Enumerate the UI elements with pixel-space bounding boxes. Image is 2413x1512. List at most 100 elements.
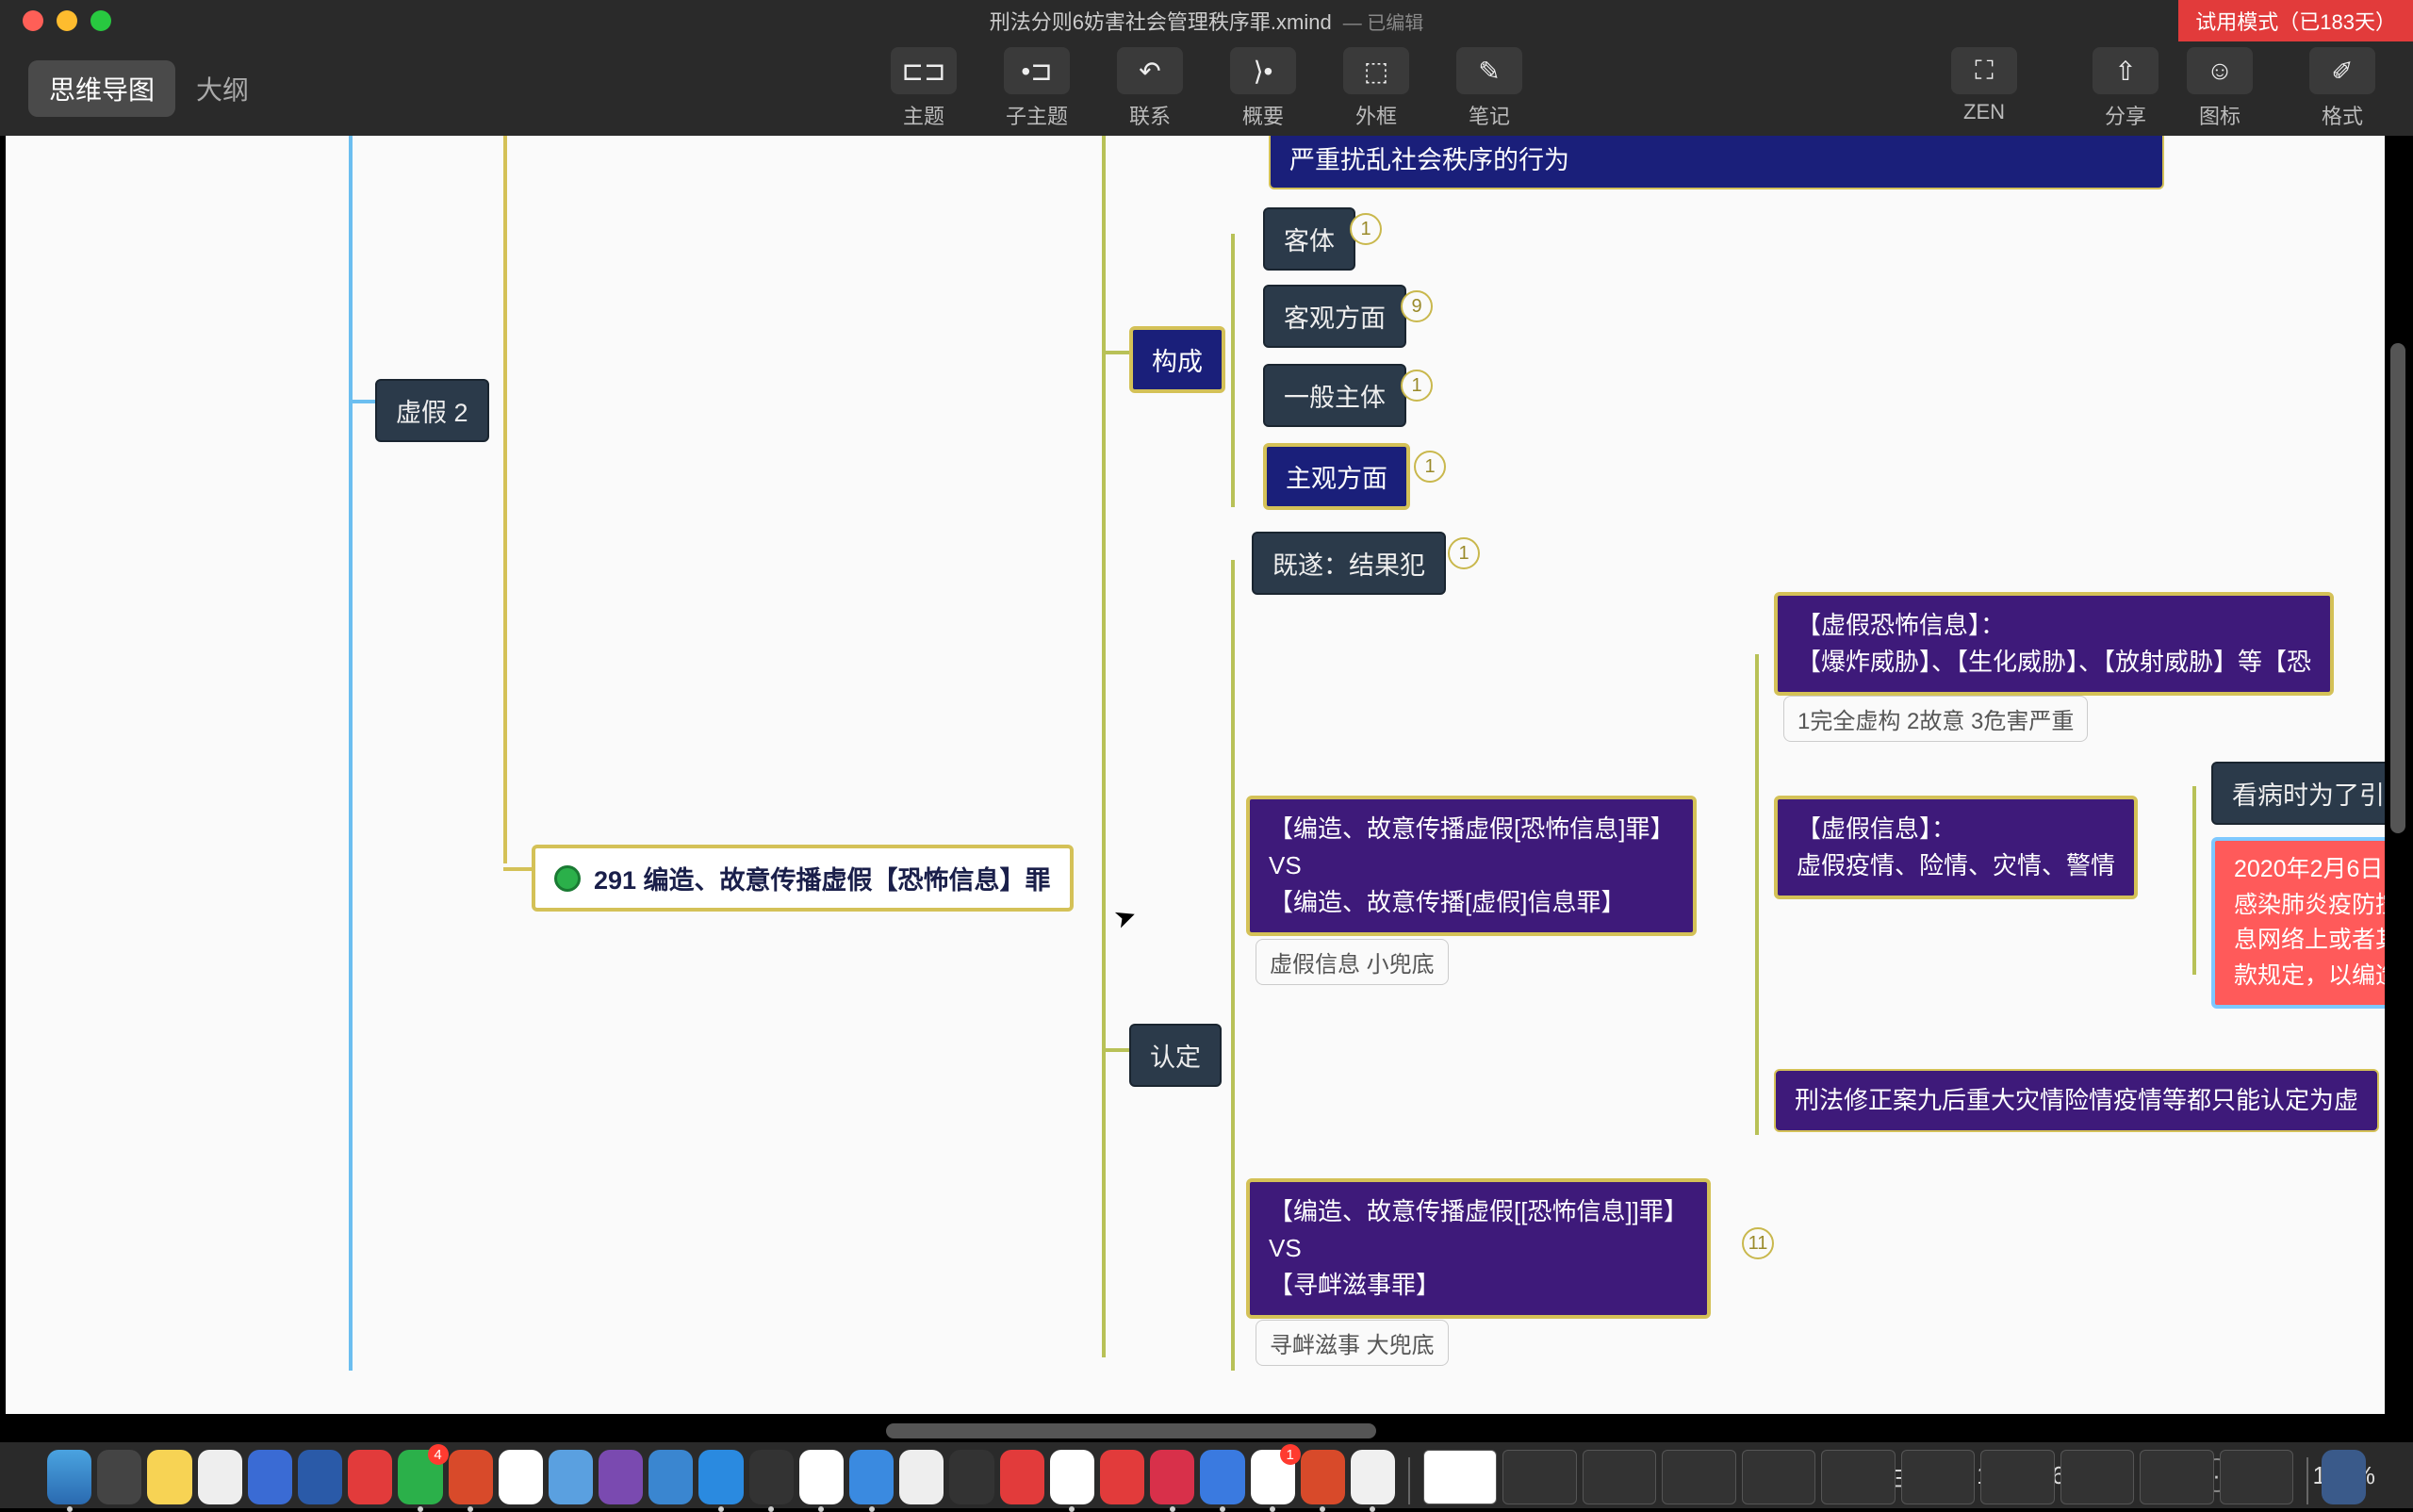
node-vs1[interactable]: 【编造、故意传播虚假[恐怖信息]罪】 VS 【编造、故意传播[虚假]信息罪】 xyxy=(1246,796,1697,936)
connector xyxy=(1102,351,1130,354)
dock-minimized[interactable] xyxy=(1821,1450,1895,1504)
node-291-main[interactable]: 291 编造、故意传播虚假【恐怖信息】罪 xyxy=(532,845,1074,912)
zen-button[interactable]: ⛶ZEN xyxy=(1942,47,2027,130)
dock-notion[interactable] xyxy=(799,1450,844,1504)
dock-finder[interactable] xyxy=(47,1450,91,1504)
dock-app[interactable] xyxy=(348,1450,392,1504)
trial-mode-badge[interactable]: 试用模式（已183天） xyxy=(2178,0,2413,41)
child-count[interactable]: 1 xyxy=(1401,370,1433,402)
dock-app[interactable]: 1 xyxy=(1251,1450,1295,1504)
boundary-icon: ⬚ xyxy=(1343,47,1409,94)
subtopic-button[interactable]: •⊐子主题 xyxy=(994,47,1079,130)
dock-app[interactable] xyxy=(499,1450,543,1504)
dock: 4 1 xyxy=(47,1442,2366,1508)
dock-app[interactable] xyxy=(599,1450,643,1504)
connector xyxy=(1755,654,1759,1135)
dock-wechat[interactable]: 4 xyxy=(398,1450,442,1504)
node-kongbu-info[interactable]: 【虚假恐怖信息】： 【爆炸威胁】、【生化威胁】、【放射威胁】等【恐 xyxy=(1774,592,2334,696)
mindmap-canvas[interactable]: 严重扰乱社会秩序的行为 虚假 2 构成 客体 1 客观方面 9 一般主体 1 主… xyxy=(6,136,2385,1414)
node-keti[interactable]: 客体 xyxy=(1263,207,1355,271)
dock-minimized[interactable] xyxy=(1901,1450,1975,1504)
node-xujia-info[interactable]: 【虚假信息】： 虚假疫情、险情、灾情、警情 xyxy=(1774,796,2138,899)
toolbar-center: ⊏⊐主题 •⊐子主题 ↶联系 ⟩•概要 ⬚外框 ✎笔记 xyxy=(881,47,1532,130)
close-icon[interactable] xyxy=(23,10,43,31)
dock-app[interactable] xyxy=(1050,1450,1094,1504)
dock-minimized[interactable] xyxy=(1583,1450,1656,1504)
dock-app[interactable] xyxy=(1351,1450,1395,1504)
topic-button[interactable]: ⊏⊐主题 xyxy=(881,47,966,130)
node-xingfa9[interactable]: 刑法修正案九后重大灾情险情疫情等都只能认定为虚 xyxy=(1774,1069,2379,1132)
node-zhuguan[interactable]: 主观方面 xyxy=(1263,443,1410,510)
node-rending[interactable]: 认定 xyxy=(1129,1024,1222,1087)
node-kanbing[interactable]: 看病时为了引起 xyxy=(2211,762,2385,825)
dock-minimized[interactable] xyxy=(1980,1450,2054,1504)
toolbar-right: ⛶ZEN ⇧分享 xyxy=(1942,47,2168,130)
horizontal-scrollbar[interactable] xyxy=(886,1423,1376,1438)
note-button[interactable]: ✎笔记 xyxy=(1447,47,1532,130)
dock-app[interactable] xyxy=(648,1450,693,1504)
dock-app[interactable] xyxy=(849,1450,894,1504)
fullscreen-icon[interactable] xyxy=(90,10,111,31)
dock-terminal[interactable] xyxy=(749,1450,794,1504)
share-button[interactable]: ⇧分享 xyxy=(2083,47,2168,130)
dock-minimized[interactable] xyxy=(2060,1450,2134,1504)
connector xyxy=(349,136,353,1371)
dock-minimized[interactable] xyxy=(2140,1450,2213,1504)
summary-button[interactable]: ⟩•概要 xyxy=(1221,47,1305,130)
tab-outline[interactable]: 大纲 xyxy=(175,60,270,117)
node-jisui[interactable]: 既遂：结果犯 xyxy=(1252,532,1446,595)
node-xujia2[interactable]: 虚假 2 xyxy=(375,379,489,442)
iconset-button[interactable]: ☺图标 xyxy=(2177,47,2262,130)
dock-trash[interactable] xyxy=(2322,1450,2366,1504)
badge: 4 xyxy=(428,1444,449,1465)
child-count[interactable]: 1 xyxy=(1350,213,1382,245)
dock-notes[interactable] xyxy=(147,1450,191,1504)
node-gouzheng[interactable]: 构成 xyxy=(1129,326,1225,393)
node-keguan[interactable]: 客观方面 xyxy=(1263,285,1406,348)
dock-app[interactable] xyxy=(449,1450,493,1504)
dock-app[interactable] xyxy=(899,1450,944,1504)
connector xyxy=(1231,560,1235,1371)
node-top-banner[interactable]: 严重扰乱社会秩序的行为 xyxy=(1269,136,2164,189)
tag-xujia[interactable]: 虚假信息 小兜底 xyxy=(1256,939,1449,985)
tag-xunxin[interactable]: 寻衅滋事 大兜底 xyxy=(1256,1320,1449,1366)
connector xyxy=(1231,234,1235,507)
dock-app[interactable] xyxy=(1000,1450,1044,1504)
relation-button[interactable]: ↶联系 xyxy=(1108,47,1192,130)
dock-app[interactable] xyxy=(698,1450,743,1504)
dock-minimized[interactable] xyxy=(1502,1450,1576,1504)
dock-app[interactable] xyxy=(1100,1450,1144,1504)
node-vs2[interactable]: 【编造、故意传播虚假[[恐怖信息]]罪】 VS 【寻衅滋事罪】 xyxy=(1246,1178,1711,1319)
dock-app[interactable] xyxy=(248,1450,292,1504)
node-redbox[interactable]: 2020年2月6日 感染肺炎疫防控 息网络上或者其 款规定，以编造 xyxy=(2211,837,2385,1009)
dock-app[interactable] xyxy=(298,1450,342,1504)
tab-mindmap[interactable]: 思维导图 xyxy=(28,60,175,117)
boundary-button[interactable]: ⬚外框 xyxy=(1334,47,1419,130)
dock-app[interactable] xyxy=(1150,1450,1194,1504)
dock-app[interactable] xyxy=(549,1450,593,1504)
child-count[interactable]: 1 xyxy=(1448,537,1480,569)
dock-calendar[interactable] xyxy=(198,1450,242,1504)
dock-powerpoint[interactable] xyxy=(1301,1450,1345,1504)
vertical-scrollbar[interactable] xyxy=(2390,343,2405,833)
toolbar: 思维导图 大纲 ⊏⊐主题 •⊐子主题 ↶联系 ⟩•概要 ⬚外框 ✎笔记 ⛶ZEN… xyxy=(0,41,2413,136)
toolbar-far-right: ☺图标 ✐格式 xyxy=(2177,47,2385,130)
dock-minimized[interactable] xyxy=(1742,1450,1815,1504)
format-button[interactable]: ✐格式 xyxy=(2300,47,2385,130)
window-title: 刑法分则6妨害社会管理秩序罪.xmind — 已编辑 xyxy=(990,6,1424,36)
tag-kongbu[interactable]: 1完全虚构 2故意 3危害严重 xyxy=(1783,696,2088,742)
dock-app[interactable] xyxy=(949,1450,993,1504)
status-dot-icon xyxy=(554,865,581,892)
dock-launchpad[interactable] xyxy=(97,1450,141,1504)
connector xyxy=(349,400,377,403)
titlebar: 刑法分则6妨害社会管理秩序罪.xmind — 已编辑 试用模式（已183天） xyxy=(0,0,2413,41)
node-yiban[interactable]: 一般主体 xyxy=(1263,364,1406,427)
dock-app[interactable] xyxy=(1200,1450,1244,1504)
dock-minimized[interactable] xyxy=(1662,1450,1735,1504)
minimize-icon[interactable] xyxy=(57,10,77,31)
dock-minimized[interactable] xyxy=(2220,1450,2293,1504)
child-count[interactable]: 1 xyxy=(1414,451,1446,483)
dock-minimized[interactable] xyxy=(1423,1450,1497,1504)
child-count[interactable]: 9 xyxy=(1401,290,1433,322)
child-count[interactable]: 11 xyxy=(1742,1227,1774,1259)
